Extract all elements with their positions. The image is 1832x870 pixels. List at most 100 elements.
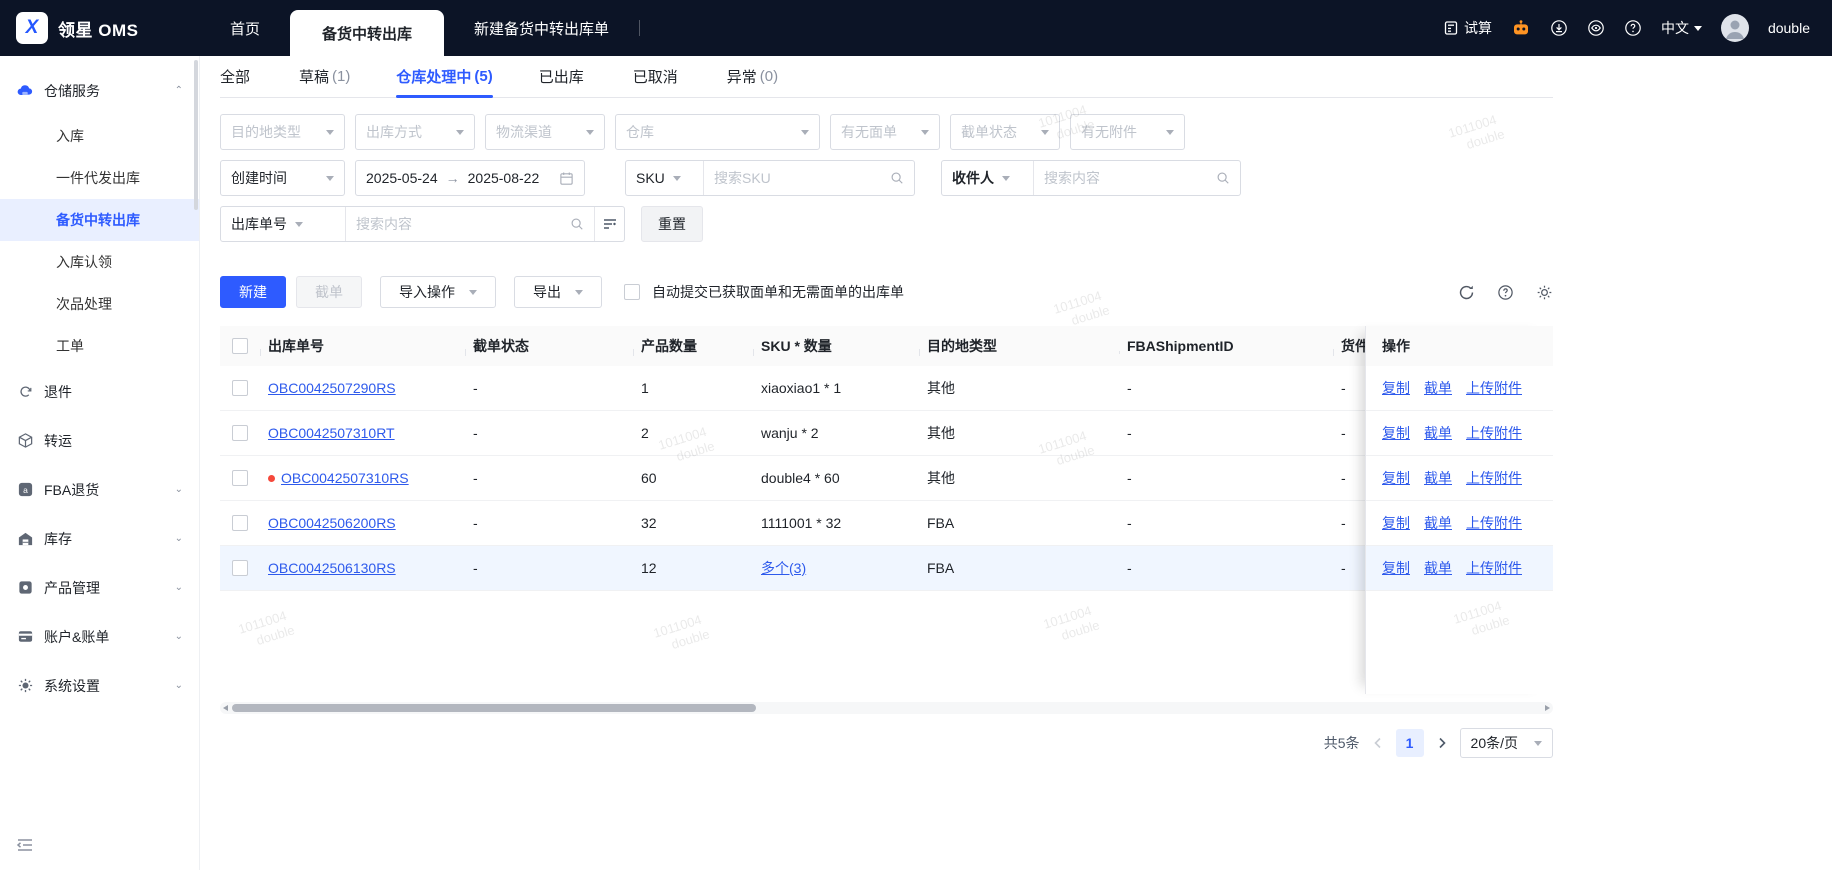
order-search-input[interactable]	[356, 216, 562, 232]
page-size-select[interactable]: 20条/页	[1459, 728, 1553, 758]
copy-link[interactable]: 复制	[1382, 378, 1410, 398]
order-field-select[interactable]: 出库单号	[221, 207, 346, 241]
gear-icon	[16, 677, 34, 694]
horizontal-scrollbar[interactable]	[220, 702, 1553, 714]
nav-new-order[interactable]: 新建备货中转出库单	[444, 0, 639, 56]
row-checkbox[interactable]	[232, 560, 248, 576]
tab-cancelled[interactable]: 已取消	[633, 56, 681, 97]
next-page-button[interactable]	[1436, 737, 1448, 749]
scrollbar-thumb[interactable]	[232, 704, 756, 712]
avatar[interactable]	[1720, 14, 1749, 42]
chevron-down-icon	[1693, 25, 1702, 31]
import-dropdown-button[interactable]: 导入操作	[380, 276, 496, 308]
trial-calc-button[interactable]: 试算	[1443, 18, 1492, 38]
upload-attachment-link[interactable]: 上传附件	[1466, 558, 1522, 578]
filter-has-label[interactable]: 有无面单	[830, 114, 940, 150]
sidebar-scrollbar[interactable]	[194, 60, 198, 210]
page-number[interactable]: 1	[1395, 729, 1424, 757]
robot-assistant-button[interactable]	[1511, 18, 1531, 38]
order-no-filter-group: 出库单号	[220, 206, 625, 242]
tab-abnormal[interactable]: 异常 (0)	[727, 56, 778, 97]
export-dropdown-button[interactable]: 导出	[514, 276, 602, 308]
sidebar-group-fba-returns[interactable]: a FBA退货 ⌄	[0, 465, 199, 514]
row-checkbox[interactable]	[232, 425, 248, 441]
copy-link[interactable]: 复制	[1382, 423, 1410, 443]
prev-page-button[interactable]	[1372, 737, 1384, 749]
intercept-link[interactable]: 截单	[1424, 468, 1452, 488]
create-button[interactable]: 新建	[220, 276, 286, 308]
copy-link[interactable]: 复制	[1382, 513, 1410, 533]
sidebar-item-stock-transfer-outbound[interactable]: 备货中转出库	[0, 199, 199, 241]
tab-draft[interactable]: 草稿 (1)	[299, 56, 350, 97]
scroll-left-arrow[interactable]	[223, 705, 228, 711]
sidebar-group-inventory[interactable]: 库存 ⌄	[0, 514, 199, 563]
filter-destination-type[interactable]: 目的地类型	[220, 114, 345, 150]
intercept-link[interactable]: 截单	[1424, 513, 1452, 533]
chevron-down-icon	[1534, 740, 1542, 746]
upload-attachment-link[interactable]: 上传附件	[1466, 513, 1522, 533]
sidebar-item-work-order[interactable]: 工单	[0, 325, 199, 367]
copy-link[interactable]: 复制	[1382, 468, 1410, 488]
receiver-field-select[interactable]: 收件人	[942, 161, 1034, 195]
upload-attachment-link[interactable]: 上传附件	[1466, 468, 1522, 488]
auto-submit-checkbox[interactable]	[624, 284, 640, 300]
select-all-checkbox[interactable]	[232, 338, 248, 354]
copy-link[interactable]: 复制	[1382, 558, 1410, 578]
scroll-right-arrow[interactable]	[1545, 705, 1550, 711]
tab-shipped[interactable]: 已出库	[539, 56, 587, 97]
row-checkbox[interactable]	[232, 470, 248, 486]
logo[interactable]: X 领星 OMS	[0, 0, 200, 56]
filter-intercept-status[interactable]: 截单状态	[950, 114, 1060, 150]
row-checkbox[interactable]	[232, 380, 248, 396]
sidebar-group-transship[interactable]: 转运	[0, 416, 199, 465]
order-no-link[interactable]: OBC0042506200RS	[268, 515, 396, 531]
row-checkbox[interactable]	[232, 515, 248, 531]
date-range-picker[interactable]: 2025-05-24 → 2025-08-22	[355, 160, 585, 196]
advanced-filter-button[interactable]	[594, 207, 624, 241]
filter-logistics-channel[interactable]: 物流渠道	[485, 114, 605, 150]
filter-date-type-select[interactable]: 创建时间	[220, 160, 345, 196]
order-no-link[interactable]: OBC0042506130RS	[268, 560, 396, 576]
download-button[interactable]	[1550, 19, 1568, 37]
sku-field-select[interactable]: SKU	[626, 161, 704, 195]
filter-outbound-method[interactable]: 出库方式	[355, 114, 475, 150]
sidebar-group-label: 账户&账单	[44, 628, 110, 645]
nav-tab-active[interactable]: 备货中转出库	[290, 10, 445, 56]
upload-attachment-link[interactable]: 上传附件	[1466, 378, 1522, 398]
sku-search-input[interactable]	[714, 170, 882, 186]
sidebar-group-account-billing[interactable]: 账户&账单 ⌄	[0, 612, 199, 661]
fixed-actions-column: 操作 复制 截单 上传附件 复制 截单 上传附件 复制 截单 上传附件 复制 截…	[1365, 326, 1553, 694]
sidebar-item-defective-handling[interactable]: 次品处理	[0, 283, 199, 325]
chevron-left-icon	[1373, 737, 1381, 749]
multi-sku-link[interactable]: 多个(3)	[761, 560, 806, 576]
upload-attachment-link[interactable]: 上传附件	[1466, 423, 1522, 443]
sidebar-group-system-settings[interactable]: 系统设置 ⌄	[0, 661, 199, 710]
filter-has-attachment[interactable]: 有无附件	[1070, 114, 1185, 150]
sidebar-item-inbound[interactable]: 入库	[0, 115, 199, 157]
intercept-button[interactable]: 截单	[296, 276, 362, 308]
order-no-link[interactable]: OBC0042507310RS	[281, 470, 409, 486]
reset-button[interactable]: 重置	[641, 206, 703, 242]
visibility-button[interactable]	[1587, 19, 1605, 37]
sidebar-item-dropship-outbound[interactable]: 一件代发出库	[0, 157, 199, 199]
receiver-search-input[interactable]	[1044, 170, 1208, 186]
filter-warehouse[interactable]: 仓库	[615, 114, 820, 150]
sidebar-group-returns[interactable]: 退件	[0, 367, 199, 416]
tab-warehouse-processing[interactable]: 仓库处理中 (5)	[396, 56, 494, 98]
language-switcher[interactable]: 中文	[1661, 18, 1702, 38]
help-button[interactable]	[1624, 19, 1642, 37]
help-button[interactable]	[1497, 284, 1514, 301]
sidebar-collapse-button[interactable]	[16, 837, 34, 856]
tab-all[interactable]: 全部	[220, 56, 253, 97]
refresh-button[interactable]	[1458, 284, 1475, 301]
nav-home[interactable]: 首页	[200, 0, 290, 56]
sidebar-group-product-mgmt[interactable]: 产品管理 ⌄	[0, 563, 199, 612]
order-no-link[interactable]: OBC0042507290RS	[268, 380, 396, 396]
column-settings-button[interactable]	[1536, 284, 1553, 301]
intercept-link[interactable]: 截单	[1424, 423, 1452, 443]
sidebar-group-warehouse-service[interactable]: 仓储服务 ⌃	[0, 66, 199, 115]
intercept-link[interactable]: 截单	[1424, 558, 1452, 578]
intercept-link[interactable]: 截单	[1424, 378, 1452, 398]
sidebar-item-inbound-claim[interactable]: 入库认领	[0, 241, 199, 283]
order-no-link[interactable]: OBC0042507310RT	[268, 425, 395, 441]
